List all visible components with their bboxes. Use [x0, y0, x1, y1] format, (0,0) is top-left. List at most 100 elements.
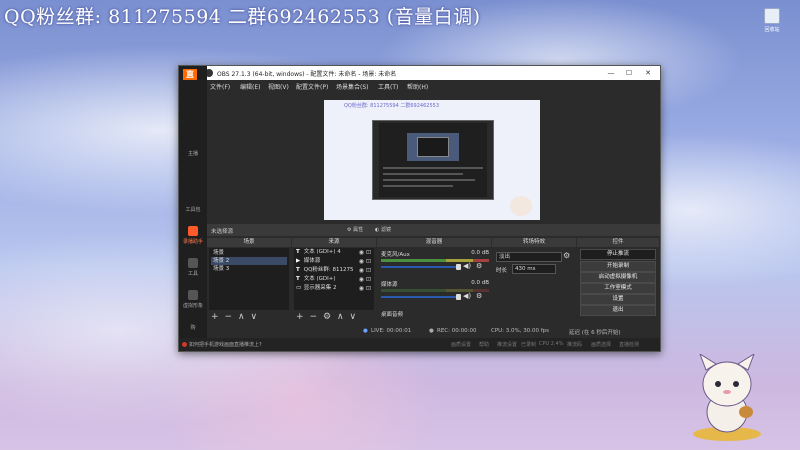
source-down-button[interactable]: ∨ — [349, 311, 356, 324]
sidebar-item-recording-assistant[interactable]: 录播助手 — [181, 226, 205, 245]
menu-tools[interactable]: 工具(T) — [378, 82, 398, 91]
add-source-button[interactable]: + — [296, 311, 304, 324]
live-timer: LIVE: 00:00:01 — [371, 328, 412, 334]
source-item[interactable]: T 文本 (GDI+) ◉ ⊡ — [296, 275, 372, 284]
channel-db: 0.0 dB — [471, 280, 489, 286]
delay-status: 延迟 (在 6 秒后开始) — [569, 330, 621, 336]
window-titlebar[interactable]: OBS 27.1.3 (64-bit, windows) - 配置文件: 未命名… — [179, 66, 660, 80]
scene-item[interactable]: 场景 — [211, 249, 287, 257]
studio-mode-button[interactable]: 工作室模式 — [580, 283, 656, 294]
settings-button[interactable]: 设置 — [580, 294, 656, 305]
preview-canvas[interactable]: QQ粉丝群: 811275594 二群692462553 — [324, 100, 540, 220]
eye-icon[interactable]: ◉ — [359, 275, 364, 284]
status-bar: ● LIVE: 00:00:01 ● REC: 00:00:00 CPU: 3.… — [207, 325, 660, 337]
sidebar-item-avatar[interactable]: 虚拟形象 — [181, 290, 205, 309]
notice-extra[interactable]: 推流设置 — [497, 341, 517, 348]
source-item[interactable]: T QQ粉丝群: 811275 ◉ ⊡ — [296, 266, 372, 275]
transitions-dock: 转场特效 淡出 ⚙ 时长 430 ms — [492, 238, 576, 324]
speaker-icon[interactable]: ◀) — [463, 292, 471, 300]
eye-icon[interactable]: ◉ — [359, 248, 364, 257]
source-item[interactable]: ▶ 媒体源 ◉ ⊡ — [296, 257, 372, 266]
maximize-button[interactable]: ☐ — [622, 68, 636, 78]
sidebar-item-toolkit[interactable]: 工具包 — [181, 206, 205, 213]
eye-icon[interactable]: ◉ — [359, 284, 364, 293]
lock-icon[interactable]: ⊡ — [366, 257, 371, 266]
source-item[interactable]: ▭ 显示器采集 2 ◉ ⊡ — [296, 284, 372, 293]
recycle-bin-icon — [764, 8, 780, 24]
sidebar-item-tools[interactable]: 工具 — [181, 258, 205, 277]
sources-footer: + − ⚙ ∧ ∨ — [292, 311, 376, 324]
notice-extra[interactable]: 直播检测 — [619, 341, 639, 348]
source-up-button[interactable]: ∧ — [337, 311, 344, 324]
volume-meter — [381, 259, 489, 262]
transitions-header: 转场特效 — [492, 238, 576, 247]
obs-window: OBS 27.1.3 (64-bit, windows) - 配置文件: 未命名… — [178, 65, 661, 352]
scene-item[interactable]: 场景 2 — [211, 257, 287, 265]
menu-profile[interactable]: 配置文件(P) — [296, 82, 328, 91]
notice-extra[interactable]: CPU 2.4% — [539, 341, 563, 347]
sources-header: 来源 — [292, 238, 376, 247]
slider-knob[interactable] — [456, 294, 461, 300]
add-scene-button[interactable]: + — [211, 311, 219, 324]
exit-button[interactable]: 退出 — [580, 305, 656, 316]
slider-track — [381, 266, 459, 268]
notice-extra[interactable]: 帮助 — [479, 341, 489, 348]
scene-down-button[interactable]: ∨ — [250, 311, 257, 324]
mixer-header: 混音器 — [377, 238, 491, 247]
volume-slider[interactable] — [381, 294, 461, 300]
gear-icon[interactable]: ⚙ — [563, 251, 570, 260]
lock-icon[interactable]: ⊡ — [366, 266, 371, 275]
notice-extra[interactable]: 画质选择 — [591, 341, 611, 348]
menu-edit[interactable]: 编辑(E) — [240, 82, 260, 91]
lock-icon[interactable]: ⊡ — [366, 248, 371, 257]
close-button[interactable]: ✕ — [641, 68, 655, 78]
scene-item[interactable]: 场景 3 — [211, 265, 287, 273]
transition-select[interactable]: 淡出 — [496, 252, 562, 262]
minimize-button[interactable]: — — [604, 68, 618, 78]
duration-label: 时长 — [496, 268, 508, 274]
start-recording-button[interactable]: 开始录制 — [580, 261, 656, 272]
gear-icon[interactable]: ⚙ — [476, 292, 482, 300]
controls-dock: 控件 停止推流 开始录制 启动虚拟摄像机 工作室模式 设置 退出 — [577, 238, 659, 324]
menu-file[interactable]: 文件(F) — [210, 82, 230, 91]
menu-help[interactable]: 帮助(H) — [407, 82, 428, 91]
slider-knob[interactable] — [456, 264, 461, 270]
source-item[interactable]: T 文本 (GDI+) 4 ◉ ⊡ — [296, 248, 372, 257]
audio-mixer-dock: 混音器 麦克风/Aux 0.0 dB ◀) ⚙ 媒体源 0.0 dB ◀) ⚙ … — [377, 238, 491, 324]
start-virtual-camera-button[interactable]: 启动虚拟摄像机 — [580, 272, 656, 283]
gear-icon[interactable]: ⚙ — [476, 262, 482, 270]
sidebar-item-shop[interactable]: 购 — [181, 324, 205, 331]
scenes-list: 场景 场景 2 场景 3 — [209, 248, 289, 310]
notice-link[interactable]: 如何把手机游戏画面直播推流上? — [189, 341, 262, 348]
source-settings-button[interactable]: ⚙ — [323, 311, 331, 324]
menu-view[interactable]: 视图(V) — [268, 82, 289, 91]
display-capture-icon: ▭ — [296, 285, 302, 291]
sidebar-item-anchor[interactable]: 主播 — [181, 150, 205, 157]
lock-icon[interactable]: ⊡ — [366, 275, 371, 284]
lock-icon[interactable]: ⊡ — [366, 284, 371, 293]
remove-source-button[interactable]: − — [309, 311, 317, 324]
source-label: 文本 (GDI+) 4 — [303, 249, 341, 255]
properties-button[interactable]: ⚙ 属性 — [345, 226, 365, 234]
duration-input[interactable]: 430 ms — [512, 264, 556, 274]
volume-slider[interactable] — [381, 264, 461, 270]
notice-extra[interactable]: 画质设置 — [451, 341, 471, 348]
filters-button[interactable]: ◐ 滤镜 — [373, 226, 393, 234]
sidebar-item-label: 工具 — [187, 271, 198, 277]
cpu-fps: CPU: 3.0%, 30.00 fps — [491, 328, 550, 334]
avatar-icon — [188, 290, 198, 300]
notice-extra[interactable]: 已录制 — [521, 341, 536, 348]
eye-icon[interactable]: ◉ — [359, 266, 364, 275]
fan-group-banner: QQ粉丝群: 811275594 二群692462553 (音量白调) — [4, 6, 481, 28]
sidebar-item-label: 虚拟形象 — [182, 303, 203, 309]
menu-scene-collection[interactable]: 场景集合(S) — [336, 82, 369, 91]
eye-icon[interactable]: ◉ — [359, 257, 364, 266]
stop-streaming-button[interactable]: 停止推流 — [580, 249, 656, 260]
scene-up-button[interactable]: ∧ — [238, 311, 245, 324]
preview-watermark: QQ粉丝群: 811275594 二群692462553 — [344, 103, 439, 109]
sidebar-item-label: 工具包 — [185, 207, 201, 213]
desktop-icon-recycle-bin[interactable]: 回收站 — [760, 8, 784, 33]
speaker-icon[interactable]: ◀) — [463, 262, 471, 270]
remove-scene-button[interactable]: − — [224, 311, 232, 324]
notice-extra[interactable]: 推流码 — [567, 341, 582, 348]
